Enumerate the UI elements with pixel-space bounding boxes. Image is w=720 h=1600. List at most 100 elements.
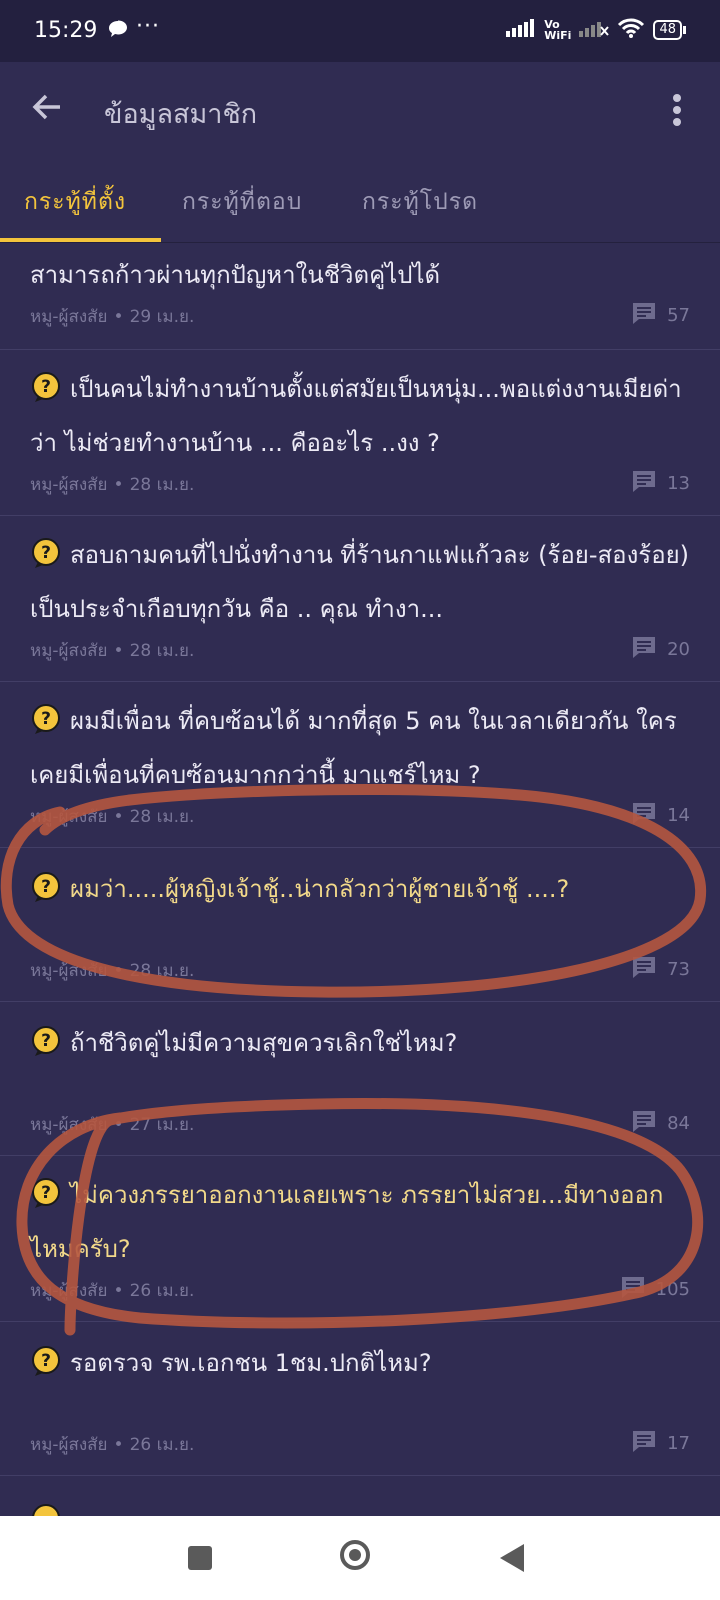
comment-icon [620, 1275, 646, 1304]
topic-title-text[interactable]: ผมว่า.....ผู้หญิงเจ้าชู้..น่ากลัวกว่าผู้… [70, 875, 569, 903]
topic-date: 26 เม.ย. [129, 1281, 195, 1301]
topic-list[interactable]: สามารถก้าวผ่านทุกปัญหาในชีวิตคู่ไปได้ หม… [0, 243, 720, 1516]
wifi-icon [617, 18, 645, 42]
comment-icon [631, 801, 657, 830]
topic-author[interactable]: หมู-ผู้สงสัย [30, 307, 108, 327]
comment-icon [631, 1109, 657, 1138]
svg-text:?: ? [41, 1351, 51, 1371]
topic-author[interactable]: หมู-ผู้สงสัย [30, 475, 108, 495]
topic-title[interactable]: ? ผมว่า.....ผู้หญิงเจ้าชู้..น่ากลัวกว่าผู… [30, 865, 694, 919]
question-icon: ? [30, 703, 62, 751]
topic-meta: หมู-ผู้สงสัย • 26 เม.ย. [30, 1281, 195, 1301]
topic-title-text[interactable]: รอตรวจ รพ.เอกชน 1ชม.ปกติไหม? [70, 1349, 432, 1377]
list-item[interactable]: ? รอตรวจ รพ.เอกชน 1ชม.ปกติไหม? หมู-ผู้สงส… [0, 1321, 720, 1476]
topic-title[interactable]: ? สอบถามคนที่ไปนั่งทำงาน ที่ร้านกาแฟแก้วล… [30, 531, 694, 633]
question-icon: ? [30, 1345, 62, 1393]
question-icon: ? [30, 871, 62, 919]
topic-date: 27 เม.ย. [129, 1115, 195, 1135]
topic-date: 26 เม.ย. [129, 1435, 195, 1455]
reply-count-value: 57 [667, 305, 690, 326]
notification-dots: ··· [136, 14, 160, 39]
back-arrow-icon[interactable] [30, 90, 64, 128]
list-item[interactable]: ? ไม่ควงภรรยาออกงานเลยเพราะ ภรรยาไม่สวย..… [0, 1155, 720, 1322]
comment-icon [631, 1429, 657, 1458]
list-item[interactable]: ? ผมว่า.....ผู้หญิงเจ้าชู้..น่ากลัวกว่าผู… [0, 847, 720, 1002]
reply-count: 14 [631, 801, 690, 830]
svg-text:?: ? [41, 543, 51, 563]
reply-count: 105 [620, 1275, 690, 1304]
topic-author[interactable]: หมู-ผู้สงสัย [30, 807, 108, 827]
topic-date: 28 เม.ย. [129, 961, 195, 981]
reply-count: 17 [631, 1429, 690, 1458]
reply-count-value: 84 [667, 1113, 690, 1134]
topic-author[interactable]: หมู-ผู้สงสัย [30, 961, 108, 981]
topic-date: 28 เม.ย. [129, 641, 195, 661]
status-bar: 15:29 ··· Vo WiFi 48 [0, 0, 720, 62]
reply-count-value: 105 [655, 1279, 690, 1300]
question-icon: ? [30, 1025, 62, 1073]
page-title: ข้อมูลสมาชิก [104, 99, 258, 130]
topic-title[interactable]: ? รอตรวจ รพ.เอกชน 1ชม.ปกติไหม? [30, 1339, 694, 1393]
system-nav-bar [0, 1516, 720, 1600]
comment-icon [631, 955, 657, 984]
topic-meta: หมู-ผู้สงสัย • 27 เม.ย. [30, 1115, 195, 1135]
list-item[interactable]: ? ถ้าชีวิตคู่ไม่มีความสุขควรเลิกใช่ไหม? ห… [0, 1001, 720, 1156]
topic-title-text[interactable]: สอบถามคนที่ไปนั่งทำงาน ที่ร้านกาแฟแก้วละ… [30, 541, 689, 623]
topic-title-text[interactable]: ไม่ควงภรรยาออกงานเลยเพราะ ภรรยาไม่สวย...… [30, 1181, 663, 1263]
reply-count-value: 73 [667, 959, 690, 980]
topic-title[interactable]: ? เป็นคนไม่ทำงานบ้านตั้งแต่สมัยเป็นหนุ่ม.… [30, 365, 694, 467]
svg-text:?: ? [41, 877, 51, 897]
message-icon [108, 20, 128, 42]
recents-square-icon[interactable] [188, 1546, 212, 1570]
topic-author[interactable]: หมู-ผู้สงสัย [30, 1281, 108, 1301]
topic-title[interactable]: ? ผมมีเพื่อน ที่คบซ้อนได้ มากที่สุด 5 คน … [30, 697, 694, 799]
topic-author[interactable]: หมู-ผู้สงสัย [30, 1115, 108, 1135]
signal-2-icon [579, 19, 610, 41]
tab-bar: กระทู้ที่ตั้ง กระทู้ที่ตอบ กระทู้โปรด [0, 158, 720, 243]
battery-indicator: 48 [653, 20, 686, 40]
tab-indicator [0, 238, 161, 242]
signal-icon [506, 19, 536, 41]
list-item[interactable] [0, 1475, 720, 1516]
topic-title-text[interactable]: เป็นคนไม่ทำงานบ้านตั้งแต่สมัยเป็นหนุ่ม..… [30, 375, 682, 457]
tab-favorite-topics[interactable]: กระทู้โปรด [362, 184, 478, 220]
reply-count: 73 [631, 955, 690, 984]
topic-meta: หมู-ผู้สงสัย • 26 เม.ย. [30, 1435, 195, 1455]
topic-meta: หมู-ผู้สงสัย • 28 เม.ย. [30, 475, 195, 495]
back-triangle-icon[interactable] [500, 1544, 524, 1572]
topic-meta: หมู-ผู้สงสัย • 28 เม.ย. [30, 807, 195, 827]
list-item[interactable]: สามารถก้าวผ่านทุกปัญหาในชีวิตคู่ไปได้ หม… [0, 243, 720, 350]
question-icon [30, 1503, 62, 1516]
svg-text:?: ? [41, 377, 51, 397]
list-item[interactable]: ? สอบถามคนที่ไปนั่งทำงาน ที่ร้านกาแฟแก้วล… [0, 515, 720, 682]
reply-count-value: 17 [667, 1433, 690, 1454]
question-icon: ? [30, 1177, 62, 1225]
topic-date: 29 เม.ย. [129, 307, 195, 327]
reply-count: 20 [631, 635, 690, 664]
vowifi-bottom: WiFi [544, 29, 572, 42]
reply-count: 13 [631, 469, 690, 498]
tab-created-topics[interactable]: กระทู้ที่ตั้ง [24, 184, 126, 220]
vowifi-indicator: Vo WiFi [544, 19, 571, 41]
topic-author[interactable]: หมู-ผู้สงสัย [30, 641, 108, 661]
status-time: 15:29 [34, 18, 98, 43]
list-item[interactable]: ? ผมมีเพื่อน ที่คบซ้อนได้ มากที่สุด 5 คน … [0, 681, 720, 848]
home-circle-icon[interactable] [340, 1540, 370, 1570]
list-item[interactable]: ? เป็นคนไม่ทำงานบ้านตั้งแต่สมัยเป็นหนุ่ม.… [0, 349, 720, 516]
topic-title[interactable]: ? ถ้าชีวิตคู่ไม่มีความสุขควรเลิกใช่ไหม? [30, 1019, 694, 1073]
comment-icon [631, 301, 657, 330]
app-bar: ข้อมูลสมาชิก [0, 62, 720, 159]
topic-title-text[interactable]: ถ้าชีวิตคู่ไม่มีความสุขควรเลิกใช่ไหม? [70, 1029, 457, 1057]
topic-meta: หมู-ผู้สงสัย • 28 เม.ย. [30, 641, 195, 661]
svg-text:?: ? [41, 1031, 51, 1051]
question-icon: ? [30, 537, 62, 585]
svg-text:?: ? [41, 709, 51, 729]
topic-author[interactable]: หมู-ผู้สงสัย [30, 1435, 108, 1455]
topic-title[interactable]: ? ไม่ควงภรรยาออกงานเลยเพราะ ภรรยาไม่สวย..… [30, 1171, 694, 1273]
topic-title[interactable]: สามารถก้าวผ่านทุกปัญหาในชีวิตคู่ไปได้ [30, 251, 694, 299]
topic-meta: หมู-ผู้สงสัย • 28 เม.ย. [30, 961, 195, 981]
topic-title-text[interactable]: ผมมีเพื่อน ที่คบซ้อนได้ มากที่สุด 5 คน ใ… [30, 707, 677, 789]
reply-count-value: 20 [667, 639, 690, 660]
more-vertical-icon[interactable] [672, 94, 682, 130]
tab-replied-topics[interactable]: กระทู้ที่ตอบ [182, 184, 302, 220]
